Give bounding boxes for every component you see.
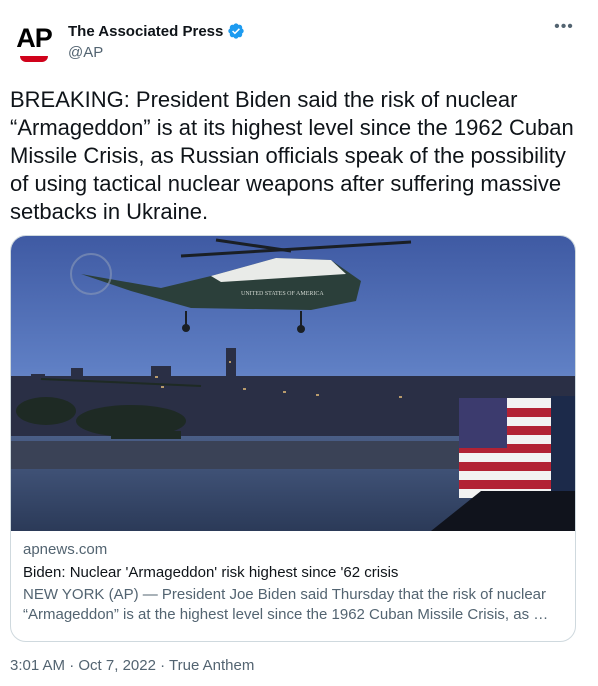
tweet-text: BREAKING: President Biden said the risk … [10,87,574,224]
card-image: UNITED STATES OF AMERICA [11,236,575,531]
card-image-text: UNITED STATES OF AMERICA [241,291,324,297]
tweet-time[interactable]: 3:01 AM [10,657,65,674]
more-options-icon[interactable]: ••• [552,19,576,40]
tweet: AP The Associated Press @AP ••• BREAKING… [0,0,598,686]
meta-separator: · [69,657,75,674]
author-display-name[interactable]: The Associated Press [68,23,223,40]
meta-separator: · [160,657,166,674]
tweet-date[interactable]: Oct 7, 2022 [78,657,156,674]
ap-logo-swoosh [20,56,48,62]
card-body: apnews.com Biden: Nuclear 'Armageddon' r… [11,531,575,641]
tweet-metadata: 3:01 AM · Oct 7, 2022 · True Anthem [10,657,254,674]
author-handle[interactable]: @AP [68,44,103,61]
link-card[interactable]: UNITED STATES OF AMERICA apnews.com Bide… [10,235,576,642]
ap-logo: AP [16,23,53,53]
card-title[interactable]: Biden: Nuclear 'Armageddon' risk highest… [23,564,398,581]
card-description: NEW YORK (AP) — President Joe Biden said… [23,586,549,623]
tweet-source[interactable]: True Anthem [169,657,254,674]
author-name-row: The Associated Press [68,22,245,40]
card-domain: apnews.com [23,541,108,558]
avatar[interactable]: AP [10,16,58,64]
verified-badge-icon [228,23,245,39]
